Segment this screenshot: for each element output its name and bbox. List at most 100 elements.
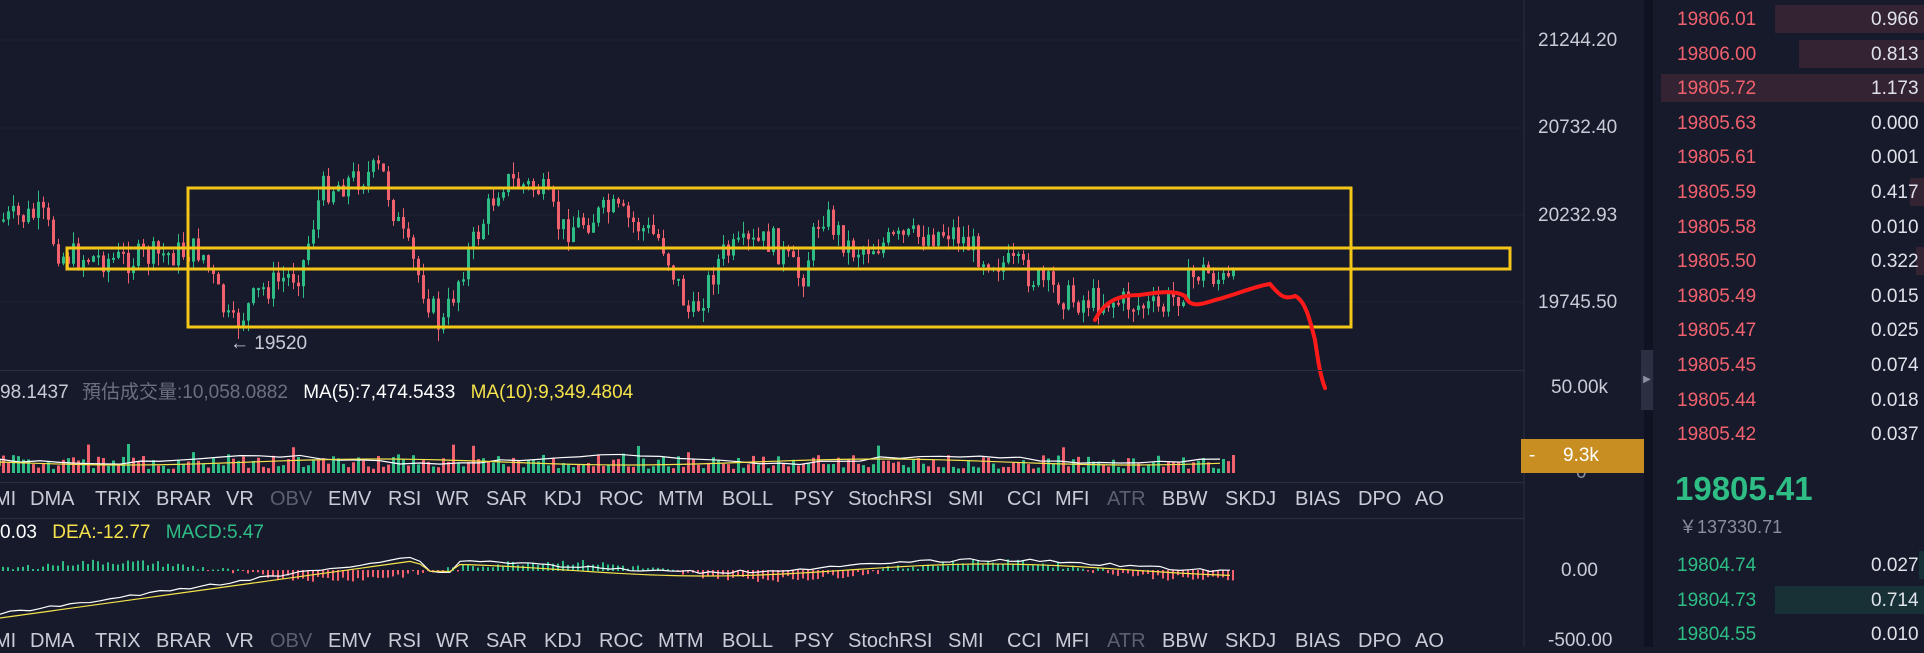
tab-lower-trix[interactable]: TRIX bbox=[95, 630, 141, 653]
ask-row[interactable]: 19805.58 0.010 bbox=[1653, 211, 1924, 243]
tab-psy[interactable]: PSY bbox=[794, 488, 834, 511]
tab-lower-emv[interactable]: EMV bbox=[328, 630, 371, 653]
tab-mfi[interactable]: MFI bbox=[1055, 488, 1089, 511]
tab-skdj[interactable]: SKDJ bbox=[1225, 488, 1276, 511]
tab-lower-brar[interactable]: BRAR bbox=[156, 630, 212, 653]
tab-vr[interactable]: VR bbox=[226, 488, 254, 511]
volume-bar bbox=[642, 458, 645, 473]
tab-lower-cci[interactable]: CCI bbox=[1007, 630, 1041, 653]
tab-lower-mfi[interactable]: MFI bbox=[1055, 630, 1089, 653]
tab-ao[interactable]: AO bbox=[1415, 488, 1444, 511]
tab-dpo[interactable]: DPO bbox=[1358, 488, 1401, 511]
bid-row[interactable]: 19804.73 0.714 bbox=[1653, 584, 1924, 616]
tab-stochrsi[interactable]: StochRSI bbox=[848, 488, 932, 511]
bid-row[interactable]: 19804.74 0.027 bbox=[1653, 549, 1924, 581]
tab-mtm[interactable]: MTM bbox=[658, 488, 704, 511]
candle-body bbox=[1082, 300, 1085, 313]
macd-histogram-bar bbox=[777, 570, 779, 582]
macd-histogram-bar bbox=[862, 570, 864, 576]
ask-row[interactable]: 19806.01 0.966 bbox=[1653, 3, 1924, 35]
tab-roc[interactable]: ROC bbox=[599, 488, 643, 511]
tab-lower-vr[interactable]: VR bbox=[226, 630, 254, 653]
tab-atr[interactable]: ATR bbox=[1107, 488, 1146, 511]
tab-mi[interactable]: MI bbox=[0, 488, 16, 511]
tab-rsi[interactable]: RSI bbox=[388, 488, 421, 511]
macd-histogram-bar bbox=[152, 563, 154, 571]
tab-wr[interactable]: WR bbox=[436, 488, 469, 511]
volume-bar bbox=[1227, 461, 1230, 473]
tab-bias[interactable]: BIAS bbox=[1295, 488, 1341, 511]
candle-body bbox=[42, 201, 45, 208]
macd-histogram-bar bbox=[2, 566, 4, 571]
macd-histogram-bar bbox=[132, 561, 134, 571]
candlestick-chart[interactable] bbox=[0, 0, 1644, 647]
ask-row[interactable]: 19805.63 0.000 bbox=[1653, 107, 1924, 139]
tab-lower-dpo[interactable]: DPO bbox=[1358, 630, 1401, 653]
tab-smi[interactable]: SMI bbox=[948, 488, 984, 511]
candle-body bbox=[1112, 302, 1115, 308]
tab-lower-boll[interactable]: BOLL bbox=[722, 630, 773, 653]
tab-trix[interactable]: TRIX bbox=[95, 488, 141, 511]
tab-lower-skdj[interactable]: SKDJ bbox=[1225, 630, 1276, 653]
tab-lower-wr[interactable]: WR bbox=[436, 630, 469, 653]
tab-obv[interactable]: OBV bbox=[270, 488, 312, 511]
tab-cci[interactable]: CCI bbox=[1007, 488, 1041, 511]
tab-brar[interactable]: BRAR bbox=[156, 488, 212, 511]
candle-body bbox=[897, 230, 900, 234]
last-price: 19805.41 bbox=[1675, 470, 1813, 507]
ask-row[interactable]: 19805.44 0.018 bbox=[1653, 384, 1924, 416]
ask-row[interactable]: 19805.45 0.074 bbox=[1653, 349, 1924, 381]
chart-area[interactable]: 21244.20 20732.40 20232.93 19745.50 ← 19… bbox=[0, 0, 1644, 652]
tab-lower-psy[interactable]: PSY bbox=[794, 630, 834, 653]
tab-lower-stochrsi[interactable]: StochRSI bbox=[848, 630, 932, 653]
volume-bar bbox=[252, 460, 255, 473]
ask-row[interactable]: 19805.49 0.015 bbox=[1653, 280, 1924, 312]
panel-divider[interactable] bbox=[1644, 0, 1653, 647]
candle-body bbox=[122, 251, 125, 254]
candle-body bbox=[517, 178, 520, 188]
tab-boll[interactable]: BOLL bbox=[722, 488, 773, 511]
ask-row[interactable]: 19805.61 0.001 bbox=[1653, 141, 1924, 173]
candle-body bbox=[402, 216, 405, 229]
tab-lower-bias[interactable]: BIAS bbox=[1295, 630, 1341, 653]
tab-lower-mi[interactable]: MI bbox=[0, 630, 16, 653]
ask-row[interactable]: 19805.47 0.025 bbox=[1653, 314, 1924, 346]
tab-kdj[interactable]: KDJ bbox=[544, 488, 582, 511]
macd-histogram-bar bbox=[1102, 568, 1104, 571]
bid-row[interactable]: 19804.55 0.010 bbox=[1653, 618, 1924, 647]
candle-body bbox=[1067, 285, 1070, 310]
tab-lower-ao[interactable]: AO bbox=[1415, 630, 1444, 653]
tab-lower-obv[interactable]: OBV bbox=[270, 630, 312, 653]
macd-histogram-bar bbox=[1232, 570, 1234, 581]
low-price-annotation: ← 19520 bbox=[230, 333, 308, 354]
candle-body bbox=[872, 251, 875, 255]
candle-body bbox=[1007, 252, 1010, 263]
ask-row[interactable]: 19805.59 0.417 bbox=[1653, 176, 1924, 208]
volume-bar bbox=[922, 463, 925, 473]
macd-histogram-bar bbox=[32, 568, 34, 571]
tab-dma[interactable]: DMA bbox=[30, 488, 74, 511]
tab-lower-atr[interactable]: ATR bbox=[1107, 630, 1146, 653]
tab-bbw[interactable]: BBW bbox=[1162, 488, 1208, 511]
volume-bar bbox=[597, 455, 600, 473]
volume-bar bbox=[547, 465, 550, 473]
tab-lower-kdj[interactable]: KDJ bbox=[544, 630, 582, 653]
ask-row[interactable]: 19805.72 1.173 bbox=[1653, 72, 1924, 104]
ask-row[interactable]: 19805.42 0.037 bbox=[1653, 418, 1924, 450]
tab-sar[interactable]: SAR bbox=[486, 488, 527, 511]
tab-lower-rsi[interactable]: RSI bbox=[388, 630, 421, 653]
tab-lower-smi[interactable]: SMI bbox=[948, 630, 984, 653]
macd-histogram-bar bbox=[1087, 570, 1089, 572]
candle-body bbox=[617, 198, 620, 204]
ask-row[interactable]: 19805.50 0.322 bbox=[1653, 245, 1924, 277]
tab-emv[interactable]: EMV bbox=[328, 488, 371, 511]
candle-body bbox=[182, 242, 185, 258]
ask-quantity: 0.010 bbox=[1871, 216, 1919, 238]
collapse-arrow-icon[interactable]: ▶ bbox=[1641, 350, 1653, 410]
tab-lower-sar[interactable]: SAR bbox=[486, 630, 527, 653]
tab-lower-mtm[interactable]: MTM bbox=[658, 630, 704, 653]
tab-lower-dma[interactable]: DMA bbox=[30, 630, 74, 653]
tab-lower-roc[interactable]: ROC bbox=[599, 630, 643, 653]
ask-row[interactable]: 19806.00 0.813 bbox=[1653, 38, 1924, 70]
tab-lower-bbw[interactable]: BBW bbox=[1162, 630, 1208, 653]
